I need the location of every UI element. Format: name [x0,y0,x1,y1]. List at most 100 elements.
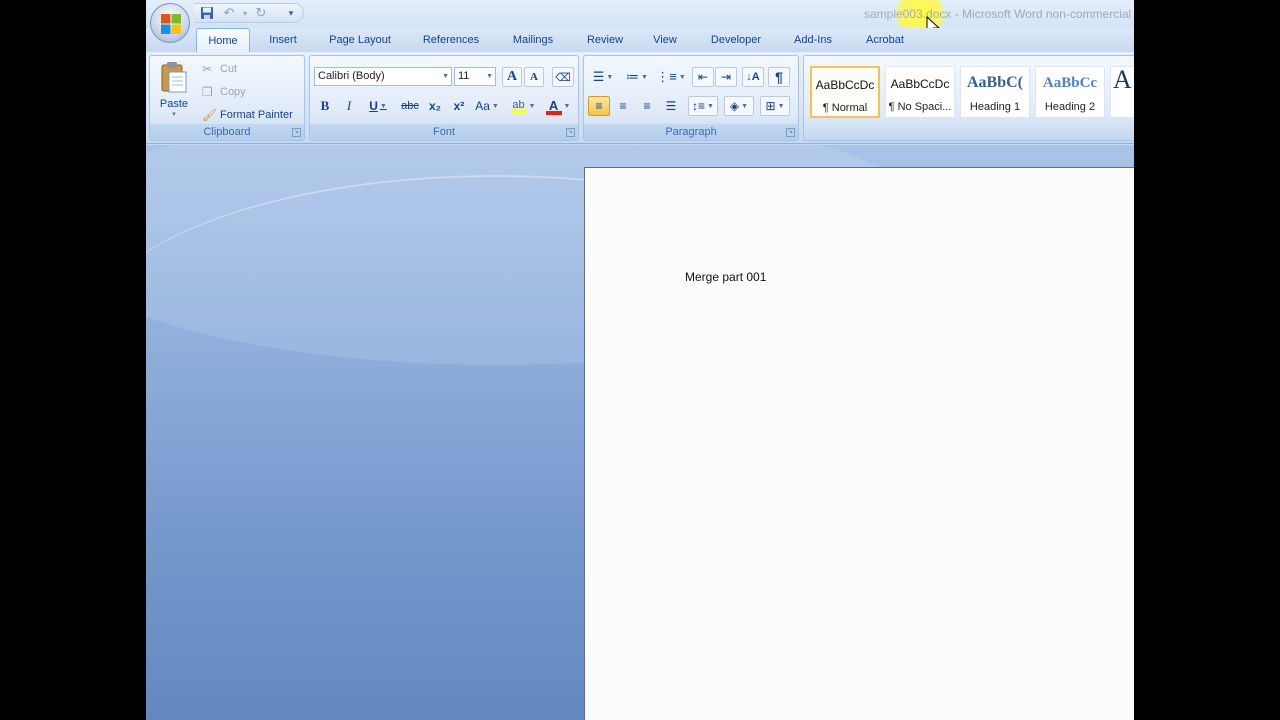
tab-references[interactable]: References [414,28,488,52]
tab-acrobat[interactable]: Acrobat [856,28,914,52]
save-icon[interactable] [198,5,216,21]
application-name: - Microsoft Word non-commercial use [951,7,1134,21]
shrink-font-button[interactable]: A [524,67,544,87]
paint-bucket-icon: ◈ [729,99,740,113]
document-page[interactable]: Merge part 001 [584,167,1134,720]
line-spacing-button[interactable]: ↕≡ ▼ [688,96,718,116]
font-color-icon: A [545,98,562,115]
tab-mailings[interactable]: Mailings [502,28,564,52]
shading-button[interactable]: ◈ ▼ [724,96,754,116]
align-left-button[interactable]: ≡ [588,96,610,116]
font-family-select[interactable]: Calibri (Body) ▼ [314,67,452,86]
borders-button[interactable]: ⊞ ▼ [760,96,790,116]
superscript-button[interactable]: x² [448,96,470,116]
change-case-icon: Aa [475,99,490,113]
bold-button[interactable]: B [314,96,336,116]
align-right-icon: ≡ [643,99,651,113]
font-size-dropdown-icon: ▼ [486,73,493,80]
paste-label: Paste [159,98,189,110]
font-dialog-launcher-icon[interactable]: ↘ [566,128,575,137]
document-text[interactable]: Merge part 001 [685,270,766,284]
tab-add-ins[interactable]: Add-Ins [786,28,840,52]
font-color-button[interactable]: A ▼ [542,96,574,116]
numbering-dropdown-icon: ▼ [641,73,648,81]
paragraph-dialog-launcher-icon[interactable]: ↘ [786,128,795,137]
subscript-icon: x₂ [428,99,441,113]
clear-formatting-button[interactable]: ⌫ [552,67,574,87]
style-sample: A [1113,65,1132,94]
clipboard-group: Paste ▾ ✂ Cut ❐ Copy 🖌 Format Painter Cl… [149,55,305,141]
font-group-label: Font [310,124,578,140]
line-spacing-icon: ↕≡ [692,99,706,113]
increase-indent-icon: ⇥ [720,70,732,84]
style-sample: AaBbCcDc [890,77,950,91]
align-right-button[interactable]: ≡ [636,96,658,116]
justify-icon: ☰ [665,99,677,113]
decrease-indent-button[interactable]: ⇤ [692,67,714,87]
sort-icon: ↓A [746,71,760,83]
font-size-select[interactable]: 11 ▼ [454,67,496,86]
multilevel-list-button[interactable]: ⋮≡ ▼ [656,67,686,87]
strikethrough-icon: abc [401,100,419,112]
change-case-button[interactable]: Aa ▼ [472,96,502,116]
text-highlight-button[interactable]: ab ▼ [506,96,540,116]
justify-button[interactable]: ☰ [660,96,682,116]
align-left-icon: ≡ [595,99,603,113]
increase-indent-button[interactable]: ⇥ [715,67,737,87]
clear-formatting-icon: ⌫ [555,71,571,84]
bullets-dropdown-icon: ▼ [606,73,614,81]
style-title[interactable]: A [1110,65,1134,118]
multilevel-dropdown-icon: ▼ [678,73,686,81]
ribbon: Paste ▾ ✂ Cut ❐ Copy 🖌 Format Painter Cl… [146,52,1134,144]
style-name: ¶ No Spaci... [888,101,952,113]
format-painter-label: Format Painter [220,109,293,121]
cut-label: Cut [220,63,238,75]
redo-icon[interactable]: ↻ [252,5,270,21]
multilevel-list-icon: ⋮≡ [656,69,677,84]
clipboard-dialog-launcher-icon[interactable]: ↘ [292,128,301,137]
style-normal[interactable]: AaBbCcDc ¶ Normal [810,66,880,118]
paragraph-group: ☰ ▼ ≔ ▼ ⋮≡ ▼ ⇤ ⇥ ↓A ¶ ≡ ≡ ≡ ☰ ↕≡ ▼ ◈ ▼ ⊞ ▼ Par… [583,55,799,141]
underline-dropdown-icon: ▼ [379,102,387,110]
office-button[interactable] [150,3,190,43]
document-workspace: Merge part 001 [146,145,1134,720]
format-painter-button[interactable]: 🖌 Format Painter [202,105,304,125]
font-family-value: Calibri (Body) [318,70,385,82]
copy-icon: ❐ [202,85,213,99]
tab-insert[interactable]: Insert [258,28,308,52]
strikethrough-button[interactable]: abc [398,96,422,116]
subscript-button[interactable]: x₂ [424,96,446,116]
style-no-spacing[interactable]: AaBbCcDc ¶ No Spaci... [885,66,955,118]
customize-qat-icon[interactable]: ▾ [282,5,300,21]
style-sample: AaBbCc [1042,75,1098,91]
shrink-font-icon: A [530,71,538,83]
paste-dropdown-icon: ▾ [172,111,176,118]
font-size-value: 11 [458,70,470,82]
tab-page-layout[interactable]: Page Layout [320,28,400,52]
style-name: Heading 1 [969,101,1021,113]
style-heading-1[interactable]: AaBbC( Heading 1 [960,66,1030,118]
tab-view[interactable]: View [644,28,686,52]
grow-font-icon: A [506,69,518,84]
style-name: ¶ Normal [822,102,868,114]
italic-button[interactable]: I [338,96,360,116]
sort-button[interactable]: ↓A [742,67,764,87]
tab-developer[interactable]: Developer [702,28,770,52]
underline-button[interactable]: U ▼ [362,96,394,116]
bullets-button[interactable]: ☰ ▼ [588,67,618,87]
copy-button[interactable]: ❐ Copy [202,82,262,102]
paste-button[interactable]: Paste ▾ [154,58,194,120]
font-group: Calibri (Body) ▼ 11 ▼ A A ⌫ B I U ▼ abc x… [309,55,579,141]
tab-home[interactable]: Home [196,28,250,52]
show-formatting-marks-button[interactable]: ¶ [768,67,790,87]
tab-review[interactable]: Review [578,28,632,52]
cut-button[interactable]: ✂ Cut [202,59,262,79]
borders-dropdown-icon: ▼ [777,102,785,110]
numbering-button[interactable]: ≔ ▼ [622,67,652,87]
grow-font-button[interactable]: A [502,67,522,87]
align-center-button[interactable]: ≡ [612,96,634,116]
align-center-icon: ≡ [619,99,627,113]
scissors-icon: ✂ [202,62,213,76]
style-heading-2[interactable]: AaBbCc Heading 2 [1035,66,1105,118]
line-spacing-dropdown-icon: ▼ [707,102,714,110]
